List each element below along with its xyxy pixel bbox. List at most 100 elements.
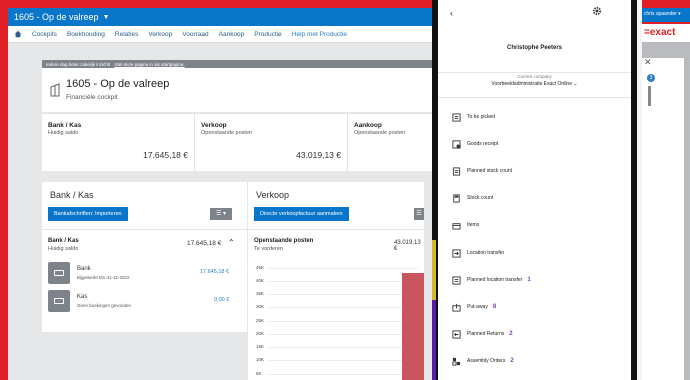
startpage-notice: Iedere dag beter zakelijk inzicht! Stel … bbox=[42, 60, 432, 68]
create-invoice-button[interactable]: Directe verkoopfactuur aanmaken bbox=[254, 207, 349, 221]
section-value: 17.645,18 € bbox=[187, 240, 222, 247]
building-icon bbox=[50, 83, 60, 97]
menu-item-assembly-orders[interactable]: Assembly Orders 2 bbox=[452, 355, 514, 367]
divider bbox=[438, 72, 631, 73]
nav-cockpits[interactable]: Cockpits bbox=[32, 31, 57, 38]
kpi-verkoop[interactable]: Verkoop Openstaande posten 43.019,13 € bbox=[195, 114, 348, 172]
kpi-title: Bank / Kas bbox=[48, 122, 82, 129]
kpi-title: Aankoop bbox=[354, 122, 382, 129]
account-name: Kas bbox=[77, 294, 88, 300]
bank-account-icon bbox=[48, 262, 70, 284]
page-title: 1605 - Op de valreep bbox=[66, 78, 170, 90]
gridline bbox=[268, 321, 418, 322]
menu-button[interactable]: ☰ ▾ bbox=[210, 208, 232, 220]
count-badge: 1 bbox=[527, 277, 531, 283]
y-tick: 25K bbox=[256, 318, 265, 323]
chart-bar[interactable] bbox=[402, 273, 424, 380]
scrollbar[interactable] bbox=[648, 86, 651, 106]
y-tick: 5K bbox=[256, 371, 262, 376]
menu-item-planned-location-transfer[interactable]: Planned location transfer 1 bbox=[452, 274, 531, 286]
kpi-value: 43.019,13 € bbox=[296, 150, 341, 160]
chevron-down-icon: ⌄ bbox=[573, 81, 578, 87]
menu-item-planned-returns[interactable]: Planned Returns 2 bbox=[452, 328, 513, 340]
menu-item-label: Planned stock count bbox=[467, 168, 513, 174]
chevron-up-icon[interactable]: ⌃ bbox=[228, 238, 235, 247]
menu-item-location-transfer[interactable]: Location transfer bbox=[452, 247, 504, 259]
menu-item-put-away[interactable]: Put-away 8 bbox=[452, 301, 496, 313]
close-icon[interactable]: ✕ bbox=[644, 57, 654, 67]
section-title: Openstaande posten bbox=[254, 238, 314, 244]
account-balance-link[interactable]: 0,00 € bbox=[214, 297, 229, 303]
menu-item-items[interactable]: Items bbox=[452, 219, 479, 231]
import-bank-statements-button[interactable]: Bankafschriften: Importeren bbox=[48, 207, 128, 221]
notice-link[interactable]: Stel deze pagina in als startpagina. bbox=[115, 62, 185, 67]
account-detail: Bijgewerkt t/m 31-12-2022 bbox=[77, 275, 130, 280]
gridline bbox=[268, 281, 418, 282]
nav-productie[interactable]: Productie bbox=[254, 31, 281, 38]
count-badge: 8 bbox=[492, 304, 497, 310]
y-tick: 30K bbox=[256, 304, 265, 309]
user-name: Christophe Peeters bbox=[506, 45, 563, 51]
notification-badge[interactable]: 3 bbox=[647, 74, 655, 82]
menu-button[interactable]: ☰ bbox=[414, 208, 424, 220]
divider bbox=[42, 229, 247, 230]
account-balance-link[interactable]: 17.645,18 € bbox=[200, 269, 229, 275]
division-title[interactable]: 1605 - Op de valreep bbox=[14, 12, 99, 22]
exact-logo: =exact bbox=[642, 24, 690, 42]
planned-transfer-icon bbox=[452, 275, 461, 285]
company-value: Voorbeeldadministratie Exact Online bbox=[491, 81, 572, 87]
cash-account-icon bbox=[48, 290, 70, 312]
menu-item-label: Stock count bbox=[467, 195, 494, 201]
background-strip bbox=[432, 240, 436, 300]
menu-item-to-be-picked[interactable]: To be picked bbox=[452, 111, 495, 123]
nav-relaties[interactable]: Relaties bbox=[115, 31, 138, 38]
kpi-title: Verkoop bbox=[201, 122, 227, 129]
clipboard-icon bbox=[452, 166, 461, 176]
section-title: Bank / Kas bbox=[48, 238, 79, 244]
receipt-icon bbox=[452, 139, 461, 149]
nav-aankoop[interactable]: Aankoop bbox=[219, 31, 245, 38]
mobile-screen: ‹ Christophe Peeters Current company Voo… bbox=[438, 0, 631, 380]
nav-help-productie[interactable]: Help met Productie bbox=[292, 31, 347, 38]
kpi-subtitle: Huidig saldo bbox=[48, 130, 79, 136]
menu-item-label: Put-away bbox=[467, 304, 488, 310]
user-menu[interactable]: chris spaander ▾ bbox=[642, 8, 690, 22]
background-strip bbox=[432, 300, 436, 380]
menu-item-label: Assembly Orders bbox=[467, 358, 506, 364]
section-value: 43.019,13 € bbox=[394, 240, 421, 252]
menu-item-stock-count[interactable]: Stock count bbox=[452, 192, 493, 204]
list-icon bbox=[452, 112, 461, 122]
section-subtitle: Huidig saldo bbox=[48, 246, 79, 252]
count-badge: 2 bbox=[510, 358, 514, 364]
transfer-icon bbox=[452, 248, 461, 258]
menu-item-planned-stock-count[interactable]: Planned stock count bbox=[452, 165, 512, 177]
title-bar[interactable]: 1605 - Op de valreep ▼ bbox=[8, 8, 432, 26]
box-icon bbox=[452, 222, 461, 230]
menu-item-goods-receipt[interactable]: Goods receipt bbox=[452, 138, 498, 150]
gridline bbox=[268, 334, 418, 335]
chevron-down-icon[interactable]: ▼ bbox=[103, 14, 110, 21]
home-icon[interactable] bbox=[14, 30, 22, 38]
nav-verkoop[interactable]: Verkoop bbox=[148, 31, 172, 38]
y-tick: 10K bbox=[256, 357, 265, 362]
verkoop-card: Verkoop Directe verkoopfactuur aanmaken … bbox=[248, 182, 424, 380]
kpi-bank-kas[interactable]: Bank / Kas Huidig saldo 17.645,18 € bbox=[42, 114, 195, 172]
back-arrow-icon[interactable]: ‹ bbox=[450, 8, 453, 18]
y-tick: 35K bbox=[256, 291, 265, 296]
gear-icon[interactable] bbox=[592, 6, 602, 16]
nav-voorraad[interactable]: Voorraad bbox=[182, 31, 208, 38]
divider bbox=[438, 97, 631, 98]
menu-item-label: Location transfer bbox=[467, 250, 505, 256]
kpi-subtitle: Openstaande posten bbox=[201, 130, 253, 136]
count-badge: 2 bbox=[509, 331, 513, 337]
nav-boekhouding[interactable]: Boekhouding bbox=[67, 31, 105, 38]
mobile-device: ‹ Christophe Peeters Current company Voo… bbox=[432, 0, 637, 380]
company-label: Current company bbox=[517, 74, 552, 79]
kpi-aankoop[interactable]: Aankoop Openstaande posten bbox=[348, 114, 432, 172]
return-icon bbox=[452, 329, 461, 339]
kpi-value: 17.645,18 € bbox=[143, 150, 188, 160]
company-selector[interactable]: Voorbeeldadministratie Exact Online ⌄ bbox=[438, 81, 631, 87]
gridline bbox=[268, 268, 418, 269]
y-tick: 45K bbox=[256, 265, 265, 270]
gridline bbox=[268, 307, 418, 308]
